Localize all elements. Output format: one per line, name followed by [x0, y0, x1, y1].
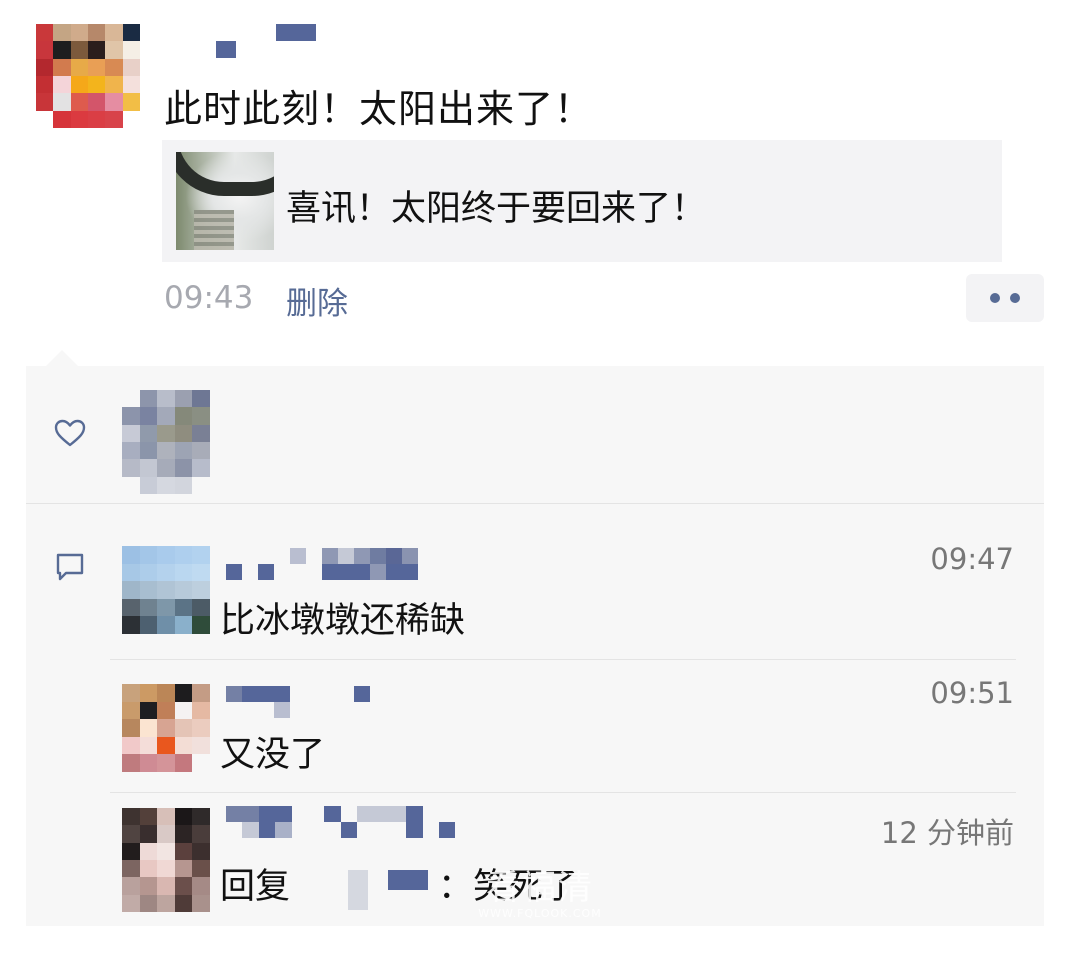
comment-timestamp: 09:51	[930, 676, 1014, 710]
more-actions-button[interactable]	[966, 274, 1044, 322]
dot-icon	[1010, 293, 1020, 303]
link-title: 喜讯！太阳终于要回来了！	[286, 189, 707, 229]
dot-icon	[990, 293, 1000, 303]
comment-divider	[110, 659, 1016, 660]
liker-avatar[interactable]	[122, 390, 210, 494]
post-timestamp: 09:43	[164, 280, 254, 316]
commenter-name[interactable]	[226, 548, 418, 580]
link-thumbnail	[176, 152, 274, 250]
poster-name[interactable]	[176, 24, 316, 58]
watermark-text: 看福清	[486, 868, 594, 908]
delete-button[interactable]: 删除	[286, 278, 348, 323]
commenter-name[interactable]	[226, 806, 488, 838]
comment-text[interactable]: 比冰墩墩还稀缺	[220, 592, 465, 643]
comment-timestamp: 09:47	[930, 542, 1014, 576]
poster-avatar[interactable]	[36, 24, 140, 128]
watermark-logo: 看福清 WWW.FQLOOK.COM	[470, 868, 610, 920]
commenter-avatar[interactable]	[122, 808, 210, 912]
post-text: 此时此刻！太阳出来了！	[164, 87, 594, 131]
comment-divider	[110, 792, 1016, 793]
comment-icon	[56, 553, 84, 581]
comment-text[interactable]: 又没了	[220, 726, 325, 777]
heart-icon	[54, 419, 86, 447]
comment-timestamp: 12 分钟前	[880, 816, 1014, 850]
shared-link-card[interactable]: 喜讯！太阳终于要回来了！	[162, 140, 1002, 262]
likes-divider	[26, 503, 1044, 504]
watermark-url: WWW.FQLOOK.COM	[478, 907, 602, 920]
reply-target-name[interactable]	[348, 870, 428, 910]
commenter-avatar[interactable]	[122, 684, 210, 772]
reply-prefix: 回复	[220, 867, 291, 907]
panel-pointer	[46, 350, 78, 366]
commenter-avatar[interactable]	[122, 546, 210, 634]
commenter-name[interactable]	[226, 686, 386, 718]
